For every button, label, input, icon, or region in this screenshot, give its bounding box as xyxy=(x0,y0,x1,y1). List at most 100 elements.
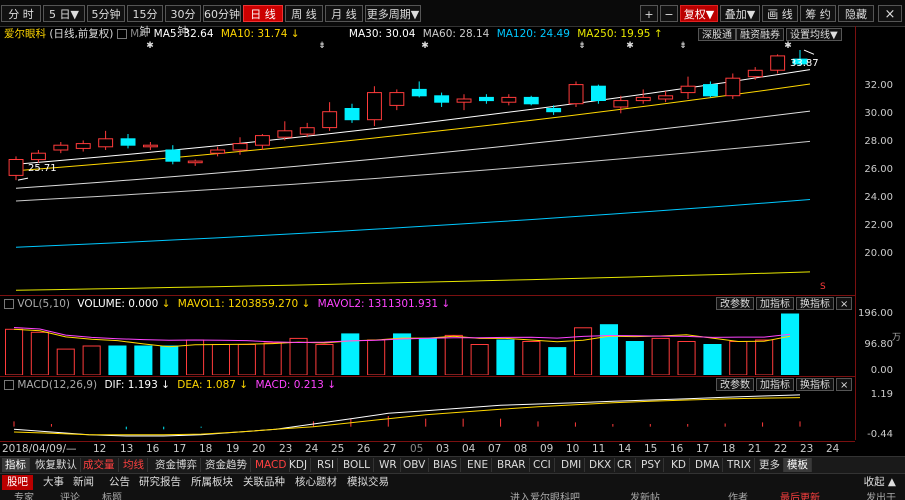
indicator-tab[interactable]: ENE xyxy=(464,458,493,472)
indicator-tab[interactable]: DMI xyxy=(558,458,586,472)
candle-body xyxy=(165,149,181,162)
news-tab[interactable]: 关联品种 xyxy=(238,475,290,490)
date-label: 17 xyxy=(173,443,187,455)
event-marker-icon: ✱ xyxy=(421,41,429,51)
price-tick: 22.00 xyxy=(864,220,893,231)
candle-body xyxy=(31,152,46,161)
news-tab[interactable]: 模拟交易 xyxy=(342,475,394,490)
event-marks: ✱ ⇟ ✱ ⇟ ✱ ⇟ ✱ xyxy=(17,41,815,181)
draw-line-button[interactable]: 画 线 xyxy=(762,5,798,22)
macd-chart[interactable] xyxy=(0,392,855,440)
period-60min[interactable]: 60分钟 xyxy=(203,5,241,22)
news-tab[interactable]: 公告 xyxy=(104,475,135,490)
period-15min[interactable]: 15分钟 xyxy=(127,5,163,38)
volume-bar xyxy=(56,348,75,375)
candle-body xyxy=(456,98,472,103)
volume-bar xyxy=(625,341,644,375)
high-price-label: 33.87 xyxy=(790,58,819,69)
period-weekly[interactable]: 周 线 xyxy=(285,5,323,22)
indicator-tab[interactable]: 模板 xyxy=(784,458,812,472)
candle-body xyxy=(523,96,539,105)
volume-bar xyxy=(82,345,101,375)
vol-close-icon[interactable]: × xyxy=(836,297,853,310)
indicator-tab[interactable]: BOLL xyxy=(340,458,374,472)
indicator-tab[interactable]: BRAR xyxy=(494,458,530,472)
date-label: 20 xyxy=(252,443,266,455)
news-tab[interactable]: 大事 xyxy=(38,475,69,490)
indicator-tab[interactable]: 指标 xyxy=(2,458,30,472)
indicator-tab[interactable]: CCI xyxy=(530,458,555,472)
date-label: 14 xyxy=(618,443,632,455)
ma10-line xyxy=(15,83,811,172)
volume-bar xyxy=(393,333,412,375)
adjust-dropdown[interactable]: 复权▼ xyxy=(680,5,718,22)
indicator-tab[interactable]: DMA xyxy=(692,458,724,472)
news-tab[interactable]: 股吧 xyxy=(2,475,33,490)
dif-arrow-icon: ↓ xyxy=(161,379,170,391)
date-label: 09 xyxy=(540,443,554,455)
period-daily[interactable]: 日 线 xyxy=(243,5,283,22)
event-marker-icon: ✱ xyxy=(626,41,634,51)
news-tab[interactable]: 所属板块 xyxy=(186,475,238,490)
indicator-tab[interactable]: CR xyxy=(614,458,636,472)
period-5min[interactable]: 5分钟 xyxy=(87,5,125,22)
indicator-tab[interactable]: TRIX xyxy=(724,458,755,472)
indicator-tab[interactable]: 均线 xyxy=(120,458,148,472)
vol-tick: 96.80 xyxy=(864,339,893,350)
hide-button[interactable]: 隐藏 xyxy=(838,5,874,22)
indicator-tab[interactable]: OBV xyxy=(400,458,430,472)
forum-column-label[interactable]: 发新帖 xyxy=(630,491,660,500)
indicator-tab[interactable]: MACD xyxy=(252,458,291,472)
indicator-tab[interactable]: KD xyxy=(668,458,690,472)
macd-close-icon[interactable]: × xyxy=(836,378,853,391)
period-monthly[interactable]: 月 线 xyxy=(325,5,363,22)
news-tab[interactable]: 核心题材 xyxy=(290,475,342,490)
macd-params-button[interactable]: 改参数 xyxy=(716,378,754,391)
candle-body xyxy=(703,84,718,97)
indicator-tab[interactable]: 资金趋势 xyxy=(202,458,251,472)
volume-bar xyxy=(160,345,179,375)
candlestick-chart[interactable]: ✱ ⇟ ✱ ⇟ ✱ ⇟ ✱ xyxy=(0,40,855,295)
date-label: 10 xyxy=(566,443,580,455)
appointment-button[interactable]: 筹 约 xyxy=(800,5,836,22)
close-icon[interactable]: × xyxy=(878,5,902,22)
indicator-tab[interactable]: PSY xyxy=(638,458,665,472)
macd-add-indicator-button[interactable]: 加指标 xyxy=(756,378,794,391)
volume-chart[interactable] xyxy=(0,311,855,375)
collapse-button[interactable]: 收起 ▲ xyxy=(859,475,901,490)
news-tab[interactable]: 新闻 xyxy=(68,475,99,490)
news-tab[interactable]: 研究报告 xyxy=(134,475,186,490)
vol-add-indicator-button[interactable]: 加指标 xyxy=(756,297,794,310)
price-tick: 20.00 xyxy=(864,248,893,259)
indicator-tab[interactable]: KDJ xyxy=(286,458,312,472)
macd-toggle-icon[interactable] xyxy=(4,380,14,390)
indicator-tab[interactable]: RSI xyxy=(314,458,339,472)
ma-toggle-icon[interactable] xyxy=(116,29,127,39)
indicator-tab[interactable]: BIAS xyxy=(430,458,462,472)
macd-switch-indicator-button[interactable]: 换指标 xyxy=(796,378,834,391)
candle-body xyxy=(546,108,562,113)
vol-switch-indicator-button[interactable]: 换指标 xyxy=(796,297,834,310)
zoom-out-button[interactable]: − xyxy=(660,5,678,22)
zoom-in-button[interactable]: + xyxy=(640,5,658,22)
indicator-tab[interactable]: 恢复默认 xyxy=(32,458,81,472)
period-30min[interactable]: 30分钟 xyxy=(165,5,201,38)
ma10-value: MA10: 31.74 xyxy=(220,28,288,40)
forum-column-label[interactable]: 进入爱尔眼科吧 xyxy=(510,491,580,500)
overlay-dropdown[interactable]: 叠加▼ xyxy=(720,5,760,22)
period-5day[interactable]: 5 日▼ xyxy=(43,5,85,22)
indicator-tab[interactable]: WR xyxy=(376,458,401,472)
indicator-tab[interactable]: 成交量 xyxy=(80,458,119,472)
indicator-tab[interactable]: DKX xyxy=(586,458,616,472)
indicator-tab[interactable]: 资金博弈 xyxy=(152,458,201,472)
indicator-tab[interactable]: 更多 xyxy=(756,458,784,472)
vol-toggle-icon[interactable] xyxy=(4,299,14,309)
date-label: 26 xyxy=(357,443,371,455)
low-pointer xyxy=(17,177,29,181)
period-minute[interactable]: 分 时 xyxy=(1,5,41,22)
vol-params-button[interactable]: 改参数 xyxy=(716,297,754,310)
period-more-dropdown[interactable]: 更多周期▼ xyxy=(365,5,421,22)
candle-body xyxy=(299,127,315,135)
volume-bar xyxy=(5,328,24,375)
candle-body xyxy=(98,138,114,148)
